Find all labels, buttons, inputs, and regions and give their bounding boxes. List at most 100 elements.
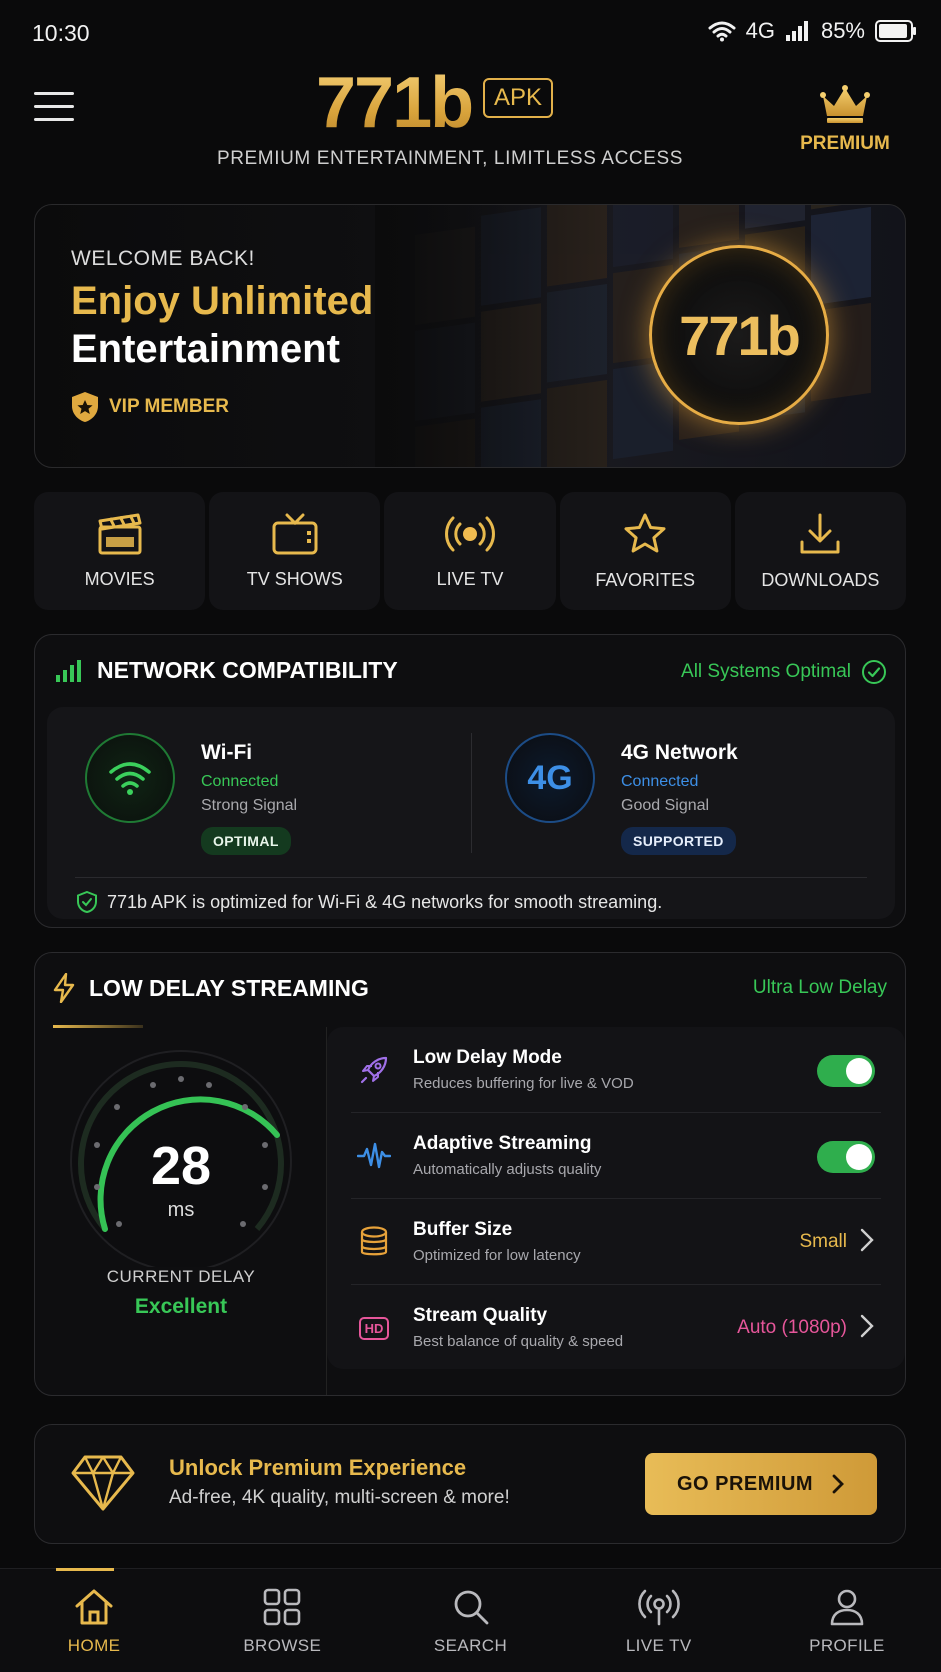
database-icon bbox=[357, 1225, 391, 1259]
go-premium-button[interactable]: GO PREMIUM bbox=[645, 1453, 877, 1515]
nav-live-tv[interactable]: LIVE TV bbox=[565, 1569, 753, 1672]
rocket-icon bbox=[357, 1053, 391, 1087]
stream-quality-value: Auto (1080p) bbox=[737, 1317, 847, 1338]
wifi-signal: Strong Signal bbox=[201, 797, 298, 814]
premium-label: PREMIUM bbox=[800, 133, 890, 154]
ring-logo-text: 771b bbox=[679, 303, 801, 367]
setting-name: Buffer Size bbox=[413, 1219, 513, 1240]
status-right: 4G 85% bbox=[708, 18, 917, 44]
setting-adaptive-streaming[interactable]: Adaptive Streaming Automatically adjusts… bbox=[351, 1113, 881, 1199]
adaptive-streaming-toggle[interactable] bbox=[817, 1141, 875, 1173]
banner-fade bbox=[375, 205, 615, 467]
cell-signal: Good Signal bbox=[621, 797, 710, 814]
delay-rating: Excellent bbox=[134, 1295, 228, 1318]
delay-unit: ms bbox=[167, 1199, 195, 1221]
battery-icon bbox=[875, 20, 916, 42]
category-downloads[interactable]: DOWNLOADS bbox=[734, 492, 907, 610]
setting-desc: Optimized for low latency bbox=[413, 1247, 581, 1264]
grid-icon bbox=[263, 1588, 301, 1625]
nav-label: SEARCH bbox=[433, 1635, 508, 1655]
logo-ring: 771b bbox=[649, 245, 829, 425]
shield-star-icon bbox=[72, 392, 98, 422]
buffer-size-value: Small bbox=[799, 1231, 847, 1252]
download-icon bbox=[800, 513, 840, 553]
signal-bars-icon bbox=[56, 659, 81, 682]
cell-signal-icon bbox=[785, 21, 808, 41]
category-live-tv[interactable]: LIVE TV bbox=[384, 492, 556, 610]
star-icon bbox=[624, 513, 666, 552]
wifi-name: Wi-Fi bbox=[201, 741, 253, 764]
cell-tag: SUPPORTED bbox=[621, 827, 736, 855]
chevron-right-icon bbox=[860, 1228, 874, 1252]
menu-icon-line bbox=[34, 118, 74, 121]
cell-network: 4G 4G Network Connected Good Signal SUPP… bbox=[467, 707, 867, 883]
nav-profile[interactable]: PROFILE bbox=[753, 1569, 941, 1672]
setting-low-delay-mode[interactable]: Low Delay Mode Reduces buffering for liv… bbox=[351, 1027, 881, 1113]
network-note: 771b APK is optimized for Wi-Fi & 4G net… bbox=[77, 891, 662, 913]
diamond-icon bbox=[71, 1455, 135, 1511]
nav-home[interactable]: HOME bbox=[0, 1568, 188, 1672]
category-tv-shows[interactable]: TV SHOWS bbox=[209, 492, 381, 610]
delay-gauge: 28 ms CURRENT DELAY Excellent bbox=[35, 1027, 327, 1395]
setting-stream-quality[interactable]: HD Stream Quality Best balance of qualit… bbox=[351, 1285, 881, 1371]
setting-name: Low Delay Mode bbox=[413, 1047, 562, 1068]
wifi-state: Connected bbox=[201, 773, 279, 790]
nav-label: HOME bbox=[67, 1635, 121, 1655]
lightning-icon bbox=[53, 973, 75, 1003]
category-label: LIVE TV bbox=[436, 568, 504, 589]
network-panel: Wi-Fi Connected Strong Signal OPTIMAL 4G… bbox=[47, 707, 895, 919]
clapperboard-icon bbox=[98, 513, 142, 554]
wifi-tag: OPTIMAL bbox=[201, 827, 291, 855]
promo-title: Unlock Premium Experience bbox=[169, 1455, 467, 1480]
wifi-icon bbox=[109, 762, 151, 795]
nav-label: LIVE TV bbox=[625, 1635, 692, 1655]
nav-browse[interactable]: BROWSE bbox=[188, 1569, 376, 1672]
category-movies[interactable]: MOVIES bbox=[34, 492, 206, 610]
setting-name: Adaptive Streaming bbox=[413, 1133, 592, 1154]
tagline: PREMIUM ENTERTAINMENT, LIMITLESS ACCESS bbox=[216, 148, 684, 169]
apk-badge: APK bbox=[483, 78, 554, 118]
status-network: 4G bbox=[745, 18, 775, 43]
waveform-icon bbox=[357, 1139, 391, 1173]
low-delay-title: LOW DELAY STREAMING bbox=[53, 973, 369, 1003]
nav-search[interactable]: SEARCH bbox=[376, 1569, 564, 1672]
app-logo: 771b bbox=[316, 63, 474, 143]
premium-promo-card: Unlock Premium Experience Ad-free, 4K qu… bbox=[34, 1424, 906, 1544]
status-bar: 10:30 4G 85% bbox=[0, 0, 941, 66]
category-label: MOVIES bbox=[84, 568, 155, 589]
premium-header-button[interactable]: PREMIUM bbox=[790, 84, 900, 155]
network-separator bbox=[75, 877, 867, 878]
setting-desc: Automatically adjusts quality bbox=[413, 1161, 602, 1178]
cell-state: Connected bbox=[621, 773, 699, 790]
network-compatibility-card: NETWORK COMPATIBILITY All Systems Optima… bbox=[34, 634, 906, 928]
setting-buffer-size[interactable]: Buffer Size Optimized for low latency Sm… bbox=[351, 1199, 881, 1285]
status-time: 10:30 bbox=[32, 20, 90, 46]
menu-icon-line bbox=[34, 105, 74, 108]
crown-icon bbox=[820, 85, 870, 123]
setting-desc: Best balance of quality & speed bbox=[413, 1333, 624, 1350]
category-label: FAVORITES bbox=[595, 569, 696, 590]
status-battery: 85% bbox=[820, 18, 865, 43]
ultra-low-delay-badge: Ultra Low Delay bbox=[752, 977, 887, 998]
network-title: NETWORK COMPATIBILITY bbox=[55, 657, 398, 684]
network-note-text: 771b APK is optimized for Wi-Fi & 4G net… bbox=[107, 891, 663, 912]
hero-headline-2: Entertainment bbox=[71, 327, 340, 371]
low-delay-card: LOW DELAY STREAMING Ultra Low Delay 28 m… bbox=[34, 952, 906, 1396]
low-delay-title-text: LOW DELAY STREAMING bbox=[89, 974, 369, 1001]
go-premium-label: GO PREMIUM bbox=[676, 1472, 814, 1495]
hd-badge: HD bbox=[358, 1316, 390, 1340]
network-status: All Systems Optimal bbox=[681, 659, 887, 685]
tv-icon bbox=[272, 513, 318, 554]
hamburger-menu-button[interactable] bbox=[34, 92, 74, 124]
promo-subtitle: Ad-free, 4K quality, multi-screen & more… bbox=[169, 1487, 510, 1508]
low-delay-toggle[interactable] bbox=[817, 1055, 875, 1087]
chevron-right-icon bbox=[832, 1474, 845, 1494]
cell-circle: 4G bbox=[505, 733, 595, 823]
delay-value: 28 bbox=[150, 1136, 212, 1196]
welcome-banner[interactable]: WELCOME BACK! Enjoy Unlimited Entertainm… bbox=[34, 204, 906, 468]
category-favorites[interactable]: FAVORITES bbox=[559, 492, 731, 610]
bottom-navigation: HOME BROWSE SEARCH LIVE TV PROFILE bbox=[0, 1568, 941, 1672]
category-label: DOWNLOADS bbox=[761, 569, 880, 590]
user-icon bbox=[830, 1589, 864, 1625]
welcome-text: WELCOME BACK! bbox=[71, 247, 255, 270]
